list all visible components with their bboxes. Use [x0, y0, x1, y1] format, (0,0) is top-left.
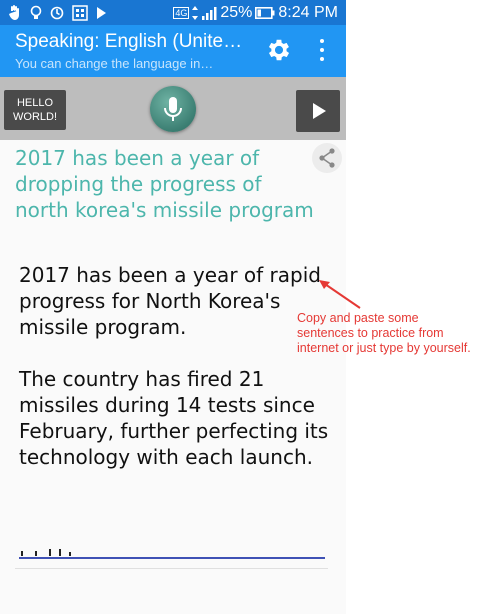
- gear-icon[interactable]: [265, 36, 293, 64]
- partial-text-line: [21, 549, 71, 556]
- phone-screen: 4G 25% 8:24 PM Speaking: English (Unite……: [0, 0, 346, 614]
- hello-label-line2: WORLD!: [13, 111, 57, 123]
- notification-icons: [0, 4, 106, 21]
- hello-world-button[interactable]: HELLO WORLD!: [4, 90, 66, 130]
- menu-dot: [320, 39, 324, 43]
- controls-bar: HELLO WORLD!: [0, 77, 346, 140]
- play-icon: [313, 103, 326, 119]
- content-area: 2017 has been a year of dropping the pro…: [0, 140, 346, 614]
- annotation-text: Copy and paste some sentences to practic…: [297, 311, 471, 355]
- signal-icon: [202, 6, 217, 20]
- more-vert-icon[interactable]: [318, 39, 326, 61]
- play-notification-icon: [97, 6, 106, 19]
- data-arrows-icon: [192, 5, 199, 20]
- play-button[interactable]: [296, 90, 340, 132]
- hello-label-line1: HELLO: [16, 97, 54, 109]
- qr-icon: [72, 4, 88, 21]
- mic-button[interactable]: [150, 86, 196, 132]
- app-title: Speaking: English (Unite…: [15, 31, 243, 52]
- share-button[interactable]: [312, 143, 342, 173]
- menu-dot: [320, 57, 324, 61]
- divider: [15, 568, 328, 569]
- menu-dot: [320, 48, 324, 52]
- status-bar: 4G 25% 8:24 PM: [0, 0, 346, 25]
- practice-text-input[interactable]: 2017 has been a year of rapid progress f…: [19, 262, 329, 470]
- battery-percent: 25%: [220, 3, 253, 21]
- app-subtitle: You can change the language in…: [15, 56, 214, 71]
- recognized-text: 2017 has been a year of dropping the pro…: [15, 146, 314, 222]
- network-badge: 4G: [173, 6, 190, 19]
- clock: 8:24 PM: [278, 3, 338, 21]
- battery-icon: [255, 6, 275, 19]
- input-underline: [19, 557, 325, 559]
- mic-icon: [164, 97, 182, 121]
- share-icon: [319, 148, 335, 168]
- sync-icon: [50, 6, 64, 19]
- status-icons: 4G 25% 8:24 PM: [173, 0, 338, 25]
- hello-world-label: HELLO WORLD!: [13, 96, 57, 124]
- hand-icon: [9, 4, 19, 20]
- bulb-icon: [30, 5, 42, 19]
- arrow-icon: [319, 280, 361, 309]
- app-bar: Speaking: English (Unite… You can change…: [0, 25, 346, 77]
